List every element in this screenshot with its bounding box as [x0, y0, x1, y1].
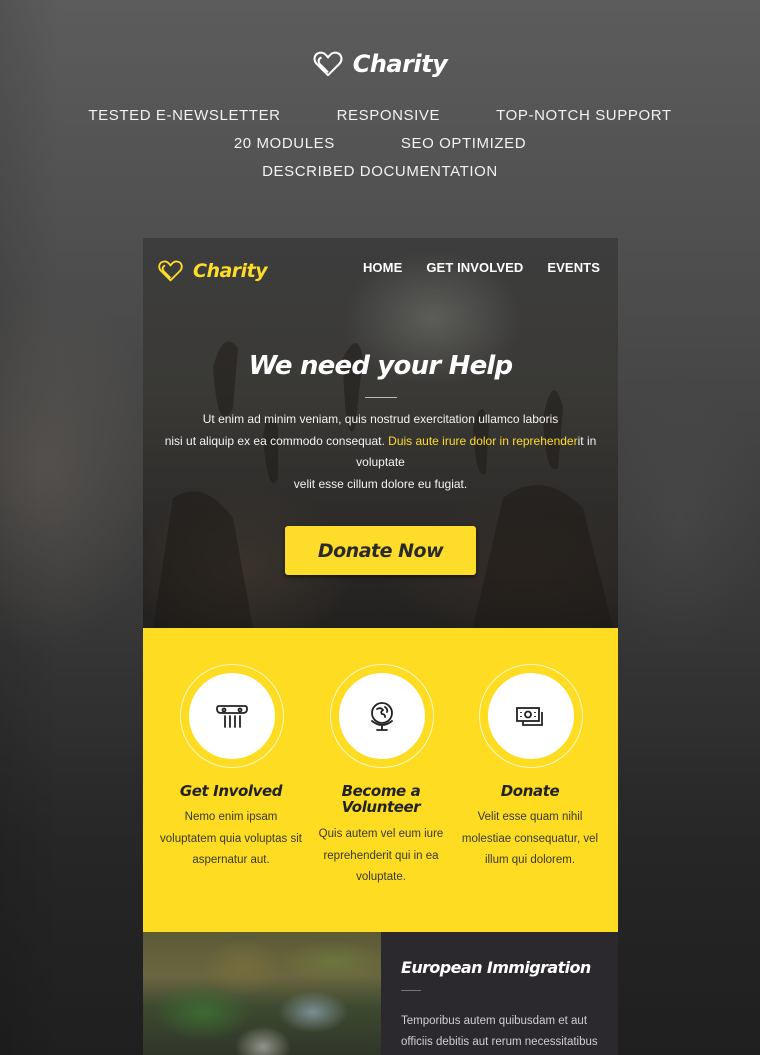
feature-label: 20 MODULES: [233, 135, 335, 152]
hero-divider: [365, 397, 397, 398]
feature-title: Become a Volunteer: [341, 782, 421, 816]
email-brand: Charity: [193, 260, 268, 282]
feature-text: Velit esse quam nihil molestiae consequa…: [461, 811, 599, 866]
article-text: Temporibus autem quibusdam et aut offici…: [401, 1015, 598, 1048]
icon-ring: [180, 664, 284, 768]
feature-title: Get Involved: [179, 782, 283, 800]
nav-link-events[interactable]: EVENTS: [547, 260, 600, 275]
feature-label: DESCRIBED DOCUMENTATION: [262, 163, 498, 180]
hero-line-1: Ut enim ad minim veniam, quis nostrud ex…: [202, 412, 559, 426]
hero-highlight-link[interactable]: Duis aute irure dolor in reprehender: [388, 434, 577, 448]
donate-now-button[interactable]: Donate Now: [285, 526, 476, 575]
features-row-1: TESTED E-NEWSLETTER RESPONSIVE TOP-NOTCH…: [0, 107, 760, 124]
hero-line-3: velit esse cillum dolore eu fugiat.: [293, 476, 468, 491]
features-section: Get Involved Nemo enim ipsam voluptatem …: [143, 628, 618, 932]
nav-links: HOME GET INVOLVED EVENTS: [363, 260, 600, 275]
article-divider: [401, 990, 421, 991]
article-body: European Immigration Temporibus autem qu…: [381, 932, 618, 1055]
hero-section: Charity HOME GET INVOLVED EVENTS We need…: [143, 238, 618, 628]
email-logo[interactable]: Charity: [158, 259, 268, 283]
hero-title: We need your Help: [248, 351, 513, 381]
heart-logo-icon: [313, 51, 343, 77]
email-nav: Charity HOME GET INVOLVED EVENTS: [143, 238, 618, 306]
hero-line-2: nisi ut aliquip ex ea commodo consequat.…: [163, 431, 598, 474]
article-section: European Immigration Temporibus autem qu…: [143, 932, 618, 1055]
features-row-3: DESCRIBED DOCUMENTATION: [0, 163, 760, 180]
icon-ring: [330, 664, 434, 768]
icon-ring: [479, 664, 583, 768]
money-icon: [516, 707, 543, 726]
icon-circle: [339, 673, 425, 759]
nav-link-home[interactable]: HOME: [363, 260, 402, 275]
feature-label: TESTED E-NEWSLETTER: [88, 107, 281, 124]
feature-text: Quis autem vel eum iure reprehenderit qu…: [318, 828, 444, 883]
promo-brand: Charity: [352, 50, 448, 78]
article-title[interactable]: European Immigration: [401, 958, 591, 977]
feature-title: Donate: [500, 782, 560, 800]
feature-label: TOP-NOTCH SUPPORT: [496, 107, 672, 124]
feature-label: SEO OPTIMIZED: [400, 135, 527, 152]
feature-label: RESPONSIVE: [336, 107, 441, 124]
feature-text: Nemo enim ipsam voluptatem quia voluptas…: [160, 811, 302, 866]
email-preview: Charity HOME GET INVOLVED EVENTS We need…: [143, 238, 618, 1055]
promo-logo: Charity: [0, 50, 760, 78]
icon-circle: [488, 673, 574, 759]
globe-icon: [371, 702, 393, 731]
article-image[interactable]: [143, 932, 381, 1055]
hero-description: Ut enim ad minim veniam, quis nostrud ex…: [163, 409, 598, 495]
nav-link-get-involved[interactable]: GET INVOLVED: [426, 260, 523, 275]
features-row-2: 20 MODULES SEO OPTIMIZED: [0, 135, 760, 152]
hero-text-segment: nisi ut aliquip ex ea commodo consequat.: [164, 433, 389, 448]
heart-logo-icon: [158, 260, 183, 282]
icon-circle: [189, 673, 275, 759]
column-icon: [216, 705, 248, 728]
